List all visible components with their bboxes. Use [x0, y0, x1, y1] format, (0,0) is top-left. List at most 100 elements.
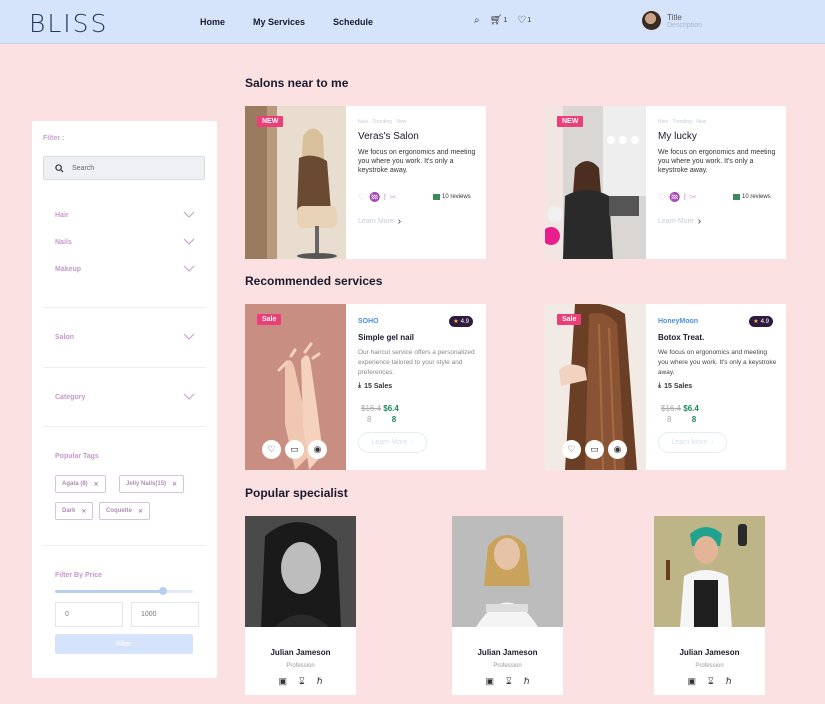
accordion-hair[interactable]: Hair: [55, 211, 195, 219]
section-title-salons: Salons near to me: [245, 76, 349, 90]
close-icon[interactable]: ✕: [94, 481, 99, 488]
accordion-makeup[interactable]: Makeup: [55, 265, 195, 273]
heart-icon[interactable]: ♡: [562, 440, 581, 459]
nav-my-services[interactable]: My Services: [253, 17, 305, 27]
close-icon[interactable]: ✕: [172, 481, 177, 488]
section-title-specialists: Popular specialist: [245, 486, 348, 500]
search-placeholder: Search: [72, 164, 95, 172]
sales-label: 15 Sales: [364, 382, 393, 390]
service-card[interactable]: Sale ♡ ▭ ◉ HoneyMoon ★ 4.9 Botox Treat. W…: [545, 304, 786, 470]
nav-home[interactable]: Home: [200, 17, 225, 27]
close-icon[interactable]: ✕: [81, 508, 86, 515]
tag-label: Coquette: [106, 508, 132, 514]
reviews-label: 10 reviews: [742, 194, 771, 200]
specialist-name: Julian Jameson: [477, 648, 538, 657]
heart-icon[interactable]: ♡ 1: [517, 15, 531, 26]
salon-card[interactable]: NEW New · Trending · New Veras's Salon W…: [245, 106, 486, 259]
salon-name: Veras's Salon: [358, 131, 419, 142]
eye-icon[interactable]: ◉: [308, 440, 327, 459]
sales-count: ⤓ 15 Sales: [358, 382, 486, 390]
price-max-input[interactable]: 1000: [131, 602, 199, 627]
tag-label: Agata (8): [62, 481, 88, 487]
profile-menu[interactable]: Title Description: [642, 11, 702, 30]
chevron-down-icon: [183, 333, 195, 340]
salon-breadcrumb: New · Trending · New: [658, 119, 707, 125]
cart-icon[interactable]: 🛒︎ 1: [490, 15, 508, 26]
salon-image: NEW: [245, 106, 346, 259]
calendar-icon[interactable]: ▭: [285, 440, 304, 459]
eye-icon[interactable]: ◉: [608, 440, 627, 459]
id-card-icon[interactable]: ▣: [279, 676, 288, 687]
learn-more-button[interactable]: Learn More ›: [358, 432, 427, 453]
new-price: $6.4: [683, 404, 699, 413]
service-description: Our haircut service offers a personalize…: [358, 349, 475, 376]
old-price: $16.4: [361, 404, 382, 413]
close-icon[interactable]: ✕: [138, 508, 143, 515]
chevron-right-icon: ›: [397, 216, 402, 227]
heart-icon: ♡: [658, 192, 667, 202]
heart-icon[interactable]: ♡: [262, 440, 281, 459]
calendar-icon[interactable]: ▭: [585, 440, 604, 459]
accordion-label: Salon: [55, 333, 75, 341]
sale-badge: Sale: [557, 314, 582, 325]
specialist-name: Julian Jameson: [270, 648, 331, 657]
hourglass-icon[interactable]: ⌛︎: [506, 676, 512, 687]
download-icon: ⤓: [658, 382, 662, 389]
service-name: Botox Treat.: [658, 333, 705, 342]
divider: [43, 307, 206, 308]
hourglass-icon[interactable]: ⌛︎: [708, 676, 714, 687]
search-icon[interactable]: ⌕: [474, 15, 480, 26]
accordion-nails[interactable]: Nails: [55, 238, 195, 246]
accordion-category[interactable]: Category: [55, 393, 195, 401]
brush-icon: ℓ: [383, 192, 387, 202]
tools-icon[interactable]: ℏ: [524, 676, 530, 687]
salon-amenity-icons: ♡ ♒ ℓ ✂: [658, 192, 697, 203]
price-slider-fill: [55, 590, 163, 593]
tag-label: Jelly Nails(15): [126, 481, 167, 487]
search-input[interactable]: Search: [43, 156, 205, 180]
star-icon: ★: [453, 319, 459, 325]
old-price-line2: 8: [367, 415, 372, 424]
specialist-card[interactable]: Julian Jameson Profession ▣ ⌛︎ ℏ: [654, 516, 765, 695]
chevron-right-icon: ›: [411, 439, 414, 446]
service-card[interactable]: Sale ♡ ▭ ◉ SOHO ★ 4.9 Simple gel nail Our…: [245, 304, 486, 470]
price-slider[interactable]: [55, 587, 193, 595]
specialist-name: Julian Jameson: [679, 648, 740, 657]
specialist-photo: [245, 516, 356, 627]
price-slider-handle[interactable]: [158, 587, 167, 595]
learn-more-link[interactable]: Learn More ›: [358, 216, 401, 227]
logo[interactable]: BLISS: [29, 9, 108, 38]
salon-card[interactable]: NEW New · Trending · New My lucky We foc…: [545, 106, 786, 259]
tag-chip[interactable]: Jelly Nails(15) ✕: [119, 475, 185, 493]
id-card-icon[interactable]: ▣: [486, 676, 495, 687]
fav-count: 1: [527, 17, 532, 24]
learn-more-button[interactable]: Learn More ›: [658, 432, 727, 453]
accordion-label: Makeup: [55, 265, 82, 273]
specialist-profession: Profession: [493, 663, 522, 669]
avatar: [642, 11, 661, 30]
sales-label: 15 Sales: [664, 382, 693, 390]
salon-amenity-icons: ♡ ♒ ℓ ✂: [358, 192, 397, 203]
nav-schedule[interactable]: Schedule: [333, 17, 373, 27]
id-card-icon[interactable]: ▣: [688, 676, 697, 687]
comb-icon: ♒: [369, 192, 381, 202]
tag-chip[interactable]: Agata (8) ✕: [55, 475, 106, 493]
tools-icon[interactable]: ℏ: [317, 676, 323, 687]
search-icon: [55, 163, 64, 173]
filter-button[interactable]: Filter: [55, 634, 193, 654]
specialist-card[interactable]: Julian Jameson Profession ▣ ⌛︎ ℏ: [245, 516, 356, 695]
section-title-recommended: Recommended services: [245, 274, 383, 288]
accordion-salon[interactable]: Salon: [55, 333, 195, 341]
hourglass-icon[interactable]: ⌛︎: [299, 676, 305, 687]
learn-more-label: Learn More: [358, 218, 394, 225]
specialist-card[interactable]: Julian Jameson Profession ▣ ⌛︎ ℏ: [452, 516, 563, 695]
service-description: We focus on ergonomics and meeting you w…: [658, 349, 777, 376]
tools-icon[interactable]: ℏ: [726, 676, 732, 687]
tag-chip[interactable]: Coquette ✕: [99, 502, 151, 520]
new-price: $6.4: [383, 404, 399, 413]
price-min-input[interactable]: 0: [55, 602, 123, 627]
salon-breadcrumb: New · Trending · New: [358, 119, 407, 125]
tag-chip[interactable]: Dark ✕: [55, 502, 94, 520]
scissors-icon: ✂: [389, 192, 397, 202]
learn-more-link[interactable]: Learn More ›: [658, 216, 701, 227]
